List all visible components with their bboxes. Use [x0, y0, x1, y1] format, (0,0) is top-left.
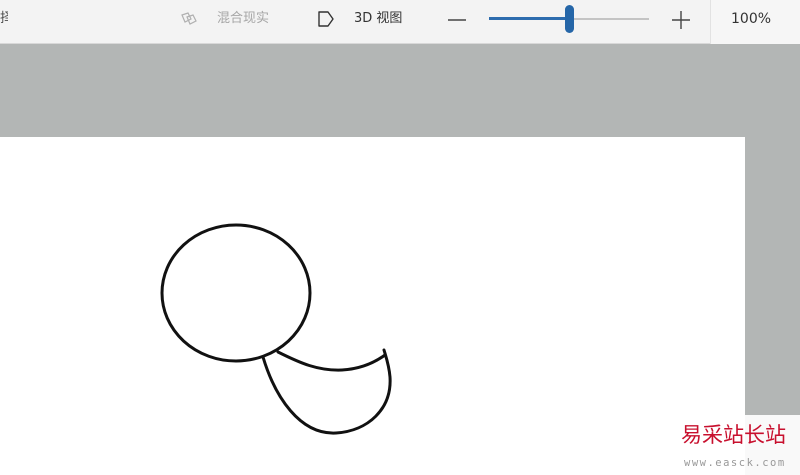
plus-icon[interactable] — [670, 8, 692, 30]
mixed-reality-icon — [181, 12, 197, 25]
drawing-canvas[interactable] — [0, 137, 745, 475]
watermark: 易采站长站 www.easck.com — [674, 415, 800, 475]
view-3d-icon — [318, 11, 334, 27]
svg-text:易采站长站: 易采站长站 — [681, 423, 786, 447]
zoom-value-box[interactable]: 100% — [710, 0, 800, 44]
select-label[interactable]: 择 — [0, 10, 8, 28]
minus-icon[interactable] — [446, 9, 468, 31]
zoom-slider-fill — [489, 17, 569, 20]
zoom-slider[interactable] — [489, 5, 649, 33]
zoom-slider-thumb[interactable] — [565, 5, 574, 33]
paint3d-window: 择 混合现实 3D 视图 100% 易采站长站 www.easck.com — [0, 0, 800, 475]
sketch-drawing — [160, 223, 392, 435]
zoom-value: 100% — [731, 11, 772, 27]
top-toolbar: 择 混合现实 3D 视图 100% — [0, 0, 800, 44]
view-3d-button[interactable]: 3D 视图 — [354, 10, 402, 28]
svg-text:www.easck.com: www.easck.com — [684, 457, 786, 469]
mixed-reality-button[interactable]: 混合现实 — [217, 10, 269, 28]
watermark-logo: 易采站长站 www.easck.com — [681, 423, 786, 469]
sketch-leaf-top — [276, 350, 387, 372]
sketch-circle — [160, 223, 312, 363]
